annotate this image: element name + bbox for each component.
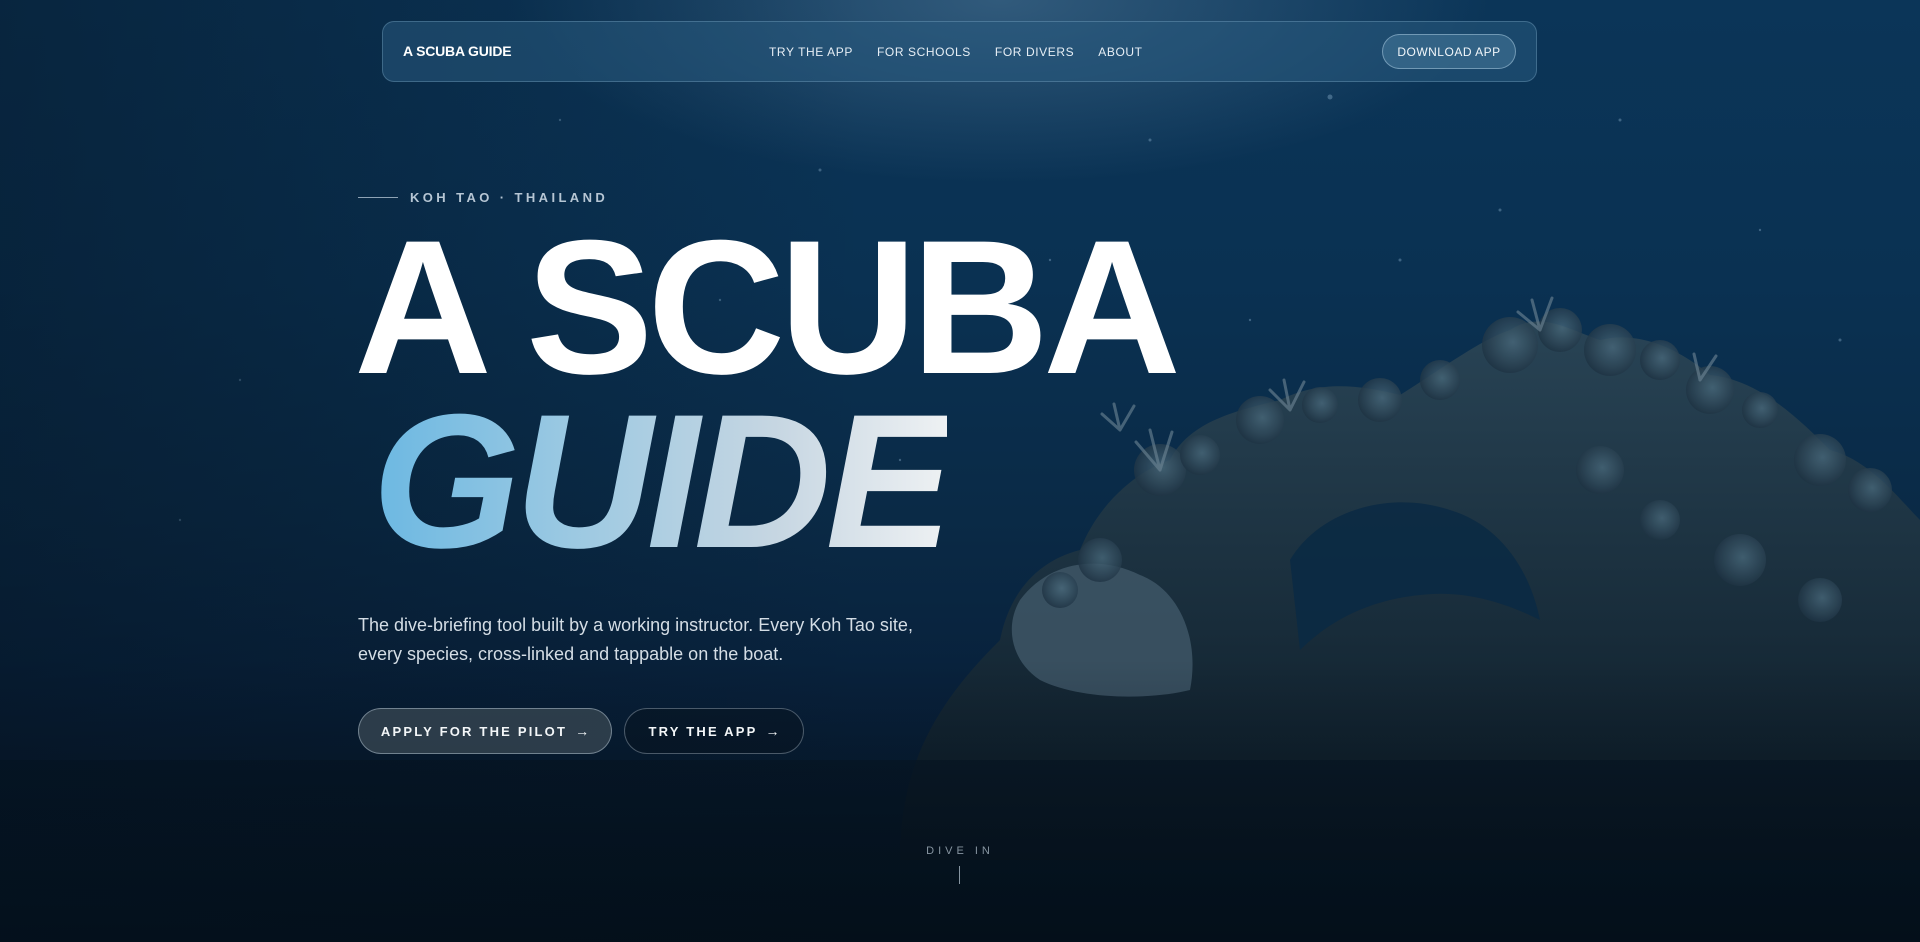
nav-link-for-divers[interactable]: FOR DIVERS <box>995 45 1074 59</box>
try-app-button[interactable]: TRY THE APP → <box>624 708 804 754</box>
download-app-button[interactable]: DOWNLOAD APP <box>1382 34 1516 69</box>
eyebrow-divider <box>358 196 398 198</box>
scroll-indicator-line <box>959 866 960 884</box>
nav-link-about[interactable]: ABOUT <box>1098 45 1142 59</box>
arrow-right-icon: → <box>575 723 590 739</box>
apply-pilot-label: APPLY FOR THE PILOT <box>380 723 568 739</box>
hero-background <box>0 0 1920 942</box>
hero-vignette <box>0 0 1920 942</box>
nav-link-try-the-app[interactable]: TRY THE APP <box>769 45 853 59</box>
top-navigation: A SCUBA GUIDE TRY THE APP FOR SCHOOLS FO… <box>382 21 1537 82</box>
cta-row: APPLY FOR THE PILOT → TRY THE APP → <box>358 708 804 754</box>
apply-pilot-button[interactable]: APPLY FOR THE PILOT → <box>358 708 612 754</box>
arrow-right-icon: → <box>765 723 780 739</box>
hero-description: The dive-briefing tool built by a workin… <box>358 615 913 664</box>
headline-line-1: A SCUBA <box>354 201 1181 414</box>
headline-line-2: GUIDE <box>372 375 953 588</box>
scroll-hint[interactable]: DIVE IN <box>0 845 1920 857</box>
nav-links: TRY THE APP FOR SCHOOLS FOR DIVERS ABOUT <box>769 22 1143 81</box>
try-app-label: TRY THE APP <box>648 723 758 739</box>
brand-logo[interactable]: A SCUBA GUIDE <box>403 22 512 81</box>
nav-link-for-schools[interactable]: FOR SCHOOLS <box>877 45 971 59</box>
